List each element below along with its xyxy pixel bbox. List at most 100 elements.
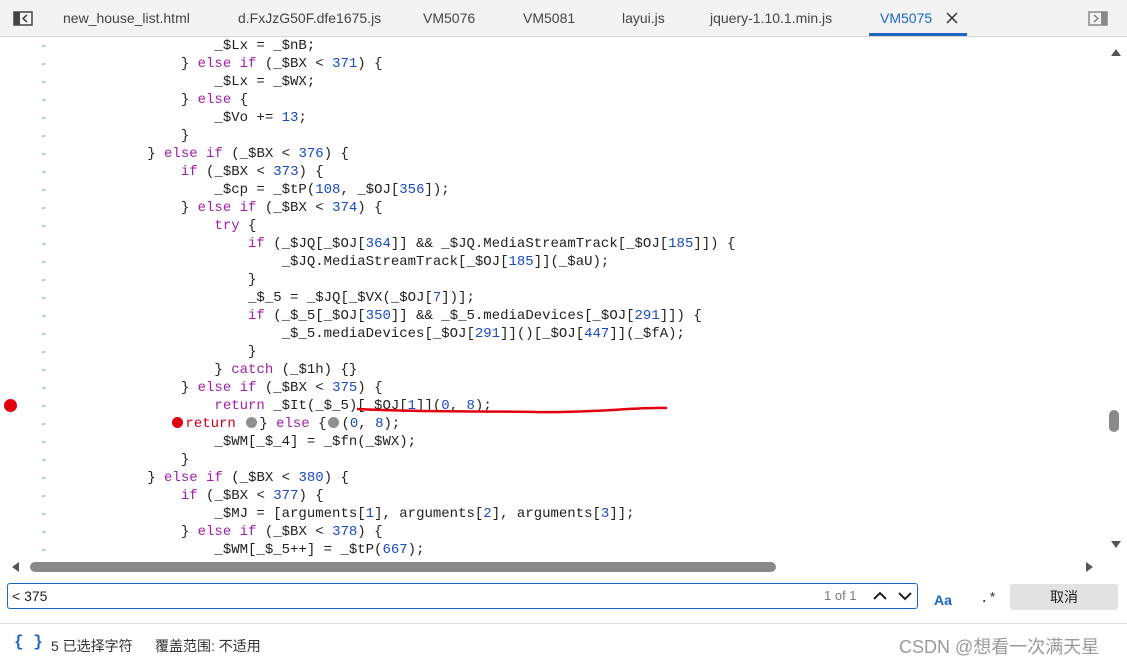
code-line[interactable]: - try { <box>0 217 1104 235</box>
code-text: if (_$JQ[_$OJ[364]] && _$JQ.MediaStreamT… <box>248 236 736 252</box>
search-field[interactable]: 1 of 1 <box>7 583 918 609</box>
scroll-right-icon[interactable] <box>1086 562 1093 572</box>
tab-vm5076[interactable]: VM5076 <box>423 0 475 36</box>
gutter-marker[interactable]: - <box>40 271 50 289</box>
horizontal-scroll-thumb[interactable] <box>30 562 776 572</box>
code-line[interactable]: - _$Lx = _$nB; <box>0 37 1104 55</box>
code-editor[interactable]: - _$Lx = _$nB; - } else if (_$BX < 371) {… <box>0 37 1104 559</box>
tab-layui[interactable]: layui.js <box>622 0 665 36</box>
code-line[interactable]: - _$JQ.MediaStreamTrack[_$OJ[185]](_$aU)… <box>0 253 1104 271</box>
gutter-marker[interactable]: - <box>40 523 50 541</box>
gutter-marker[interactable]: - <box>40 343 50 361</box>
gutter-marker[interactable]: - <box>40 469 50 487</box>
tab-vm5081[interactable]: VM5081 <box>523 0 575 36</box>
code-line[interactable]: - if (_$_5[_$OJ[350]] && _$_5.mediaDevic… <box>0 307 1104 325</box>
code-text: } else if (_$BX < 375) { <box>80 380 383 396</box>
code-line[interactable]: - } else if (_$BX < 371) { <box>0 55 1104 73</box>
code-line[interactable]: - } <box>0 451 1104 469</box>
code-line[interactable]: - _$MJ = [arguments[1], arguments[2], ar… <box>0 505 1104 523</box>
gutter-marker[interactable]: - <box>40 379 50 397</box>
gutter-marker[interactable]: - <box>40 163 50 181</box>
gutter-marker[interactable]: - <box>40 397 50 415</box>
code-line[interactable]: - _$_5 = _$JQ[_$VX(_$OJ[7])]; <box>0 289 1104 307</box>
toggle-navigator-icon[interactable] <box>13 11 33 26</box>
code-line[interactable]: - } else if (_$BX < 378) { <box>0 523 1104 541</box>
code-text: } <box>80 452 190 468</box>
scroll-up-icon[interactable] <box>1111 49 1121 56</box>
gutter-marker[interactable]: - <box>40 253 50 271</box>
code-line[interactable]: - } else { <box>0 91 1104 109</box>
gutter-marker[interactable]: - <box>40 307 50 325</box>
gutter-marker[interactable]: - <box>40 73 50 91</box>
gutter-marker[interactable]: - <box>40 37 50 55</box>
horizontal-scrollbar[interactable] <box>0 559 1104 576</box>
gutter-marker[interactable]: - <box>40 541 50 559</box>
chevron-down-icon[interactable] <box>894 585 916 607</box>
code-line[interactable]: - if (_$JQ[_$OJ[364]] && _$JQ.MediaStrea… <box>0 235 1104 253</box>
scroll-down-icon[interactable] <box>1111 541 1121 548</box>
code-text: } else if (_$BX < 371) { <box>80 56 383 72</box>
code-line[interactable]: - } catch (_$1h) {} <box>0 361 1104 379</box>
gutter-marker[interactable]: - <box>40 487 50 505</box>
code-line[interactable]: - } else if (_$BX < 374) { <box>0 199 1104 217</box>
close-tab-icon[interactable] <box>945 11 959 25</box>
inline-breakpoint-gray-icon[interactable] <box>328 417 340 428</box>
code-line[interactable]: - if (_$BX < 373) { <box>0 163 1104 181</box>
chevron-up-icon[interactable] <box>869 585 891 607</box>
code-line[interactable]: - } else if (_$BX < 380) { <box>0 469 1104 487</box>
regex-button[interactable]: .* <box>980 591 997 607</box>
code-line[interactable]: - } <box>0 271 1104 289</box>
code-line[interactable]: - } else if (_$BX < 376) { <box>0 145 1104 163</box>
tab-jquery[interactable]: jquery-1.10.1.min.js <box>710 0 832 36</box>
search-input[interactable] <box>12 586 712 606</box>
code-line[interactable]: - if (_$BX < 377) { <box>0 487 1104 505</box>
coverage-status: 覆盖范围: 不适用 <box>155 638 261 654</box>
gutter-marker[interactable]: - <box>40 181 50 199</box>
tab-new-house-list[interactable]: new_house_list.html <box>63 0 190 36</box>
vertical-scrollbar[interactable] <box>1104 37 1127 559</box>
gutter-marker[interactable]: - <box>40 235 50 253</box>
gutter-marker[interactable]: - <box>40 145 50 163</box>
code-line[interactable]: - return } else {(0, 8); <box>0 415 1104 433</box>
code-line[interactable]: - _$WM[_$_5++] = _$tP(667); <box>0 541 1104 559</box>
code-line[interactable]: - } else if (_$BX < 375) { <box>0 379 1104 397</box>
code-line[interactable]: - _$WM[_$_4] = _$fn(_$WX); <box>0 433 1104 451</box>
watermark: CSDN @想看一次满天星 <box>899 637 1100 657</box>
tab-d-fxjz[interactable]: d.FxJzG50F.dfe1675.js <box>238 0 381 36</box>
code-line[interactable]: - _$cp = _$tP(108, _$OJ[356]); <box>0 181 1104 199</box>
code-text: return _$It(_$_5)[_$OJ[1]](0, 8); <box>214 398 492 414</box>
gutter-marker[interactable]: - <box>40 325 50 343</box>
cancel-button[interactable]: 取消 <box>1010 584 1118 610</box>
gutter-marker[interactable]: - <box>40 415 50 433</box>
code-line[interactable]: - } <box>0 127 1104 145</box>
code-line[interactable]: - _$Lx = _$WX; <box>0 73 1104 91</box>
vertical-scroll-thumb[interactable] <box>1109 410 1119 432</box>
gutter-marker[interactable]: - <box>40 109 50 127</box>
code-line[interactable]: - _$_5.mediaDevices[_$OJ[291]]()[_$OJ[44… <box>0 325 1104 343</box>
gutter-marker[interactable]: - <box>40 433 50 451</box>
gutter-marker[interactable]: - <box>40 217 50 235</box>
gutter-marker[interactable]: - <box>40 505 50 523</box>
inline-breakpoint-icon[interactable] <box>172 417 184 428</box>
status-bar: { } 5 已选择字符 覆盖范围: 不适用 CSDN @想看一次满天星 <box>0 623 1127 662</box>
code-line[interactable]: - return _$It(_$_5)[_$OJ[1]](0, 8); <box>0 397 1104 415</box>
gutter-marker[interactable]: - <box>40 361 50 379</box>
gutter-marker[interactable]: - <box>40 289 50 307</box>
pretty-print-icon[interactable]: { } <box>14 633 43 651</box>
code-text: _$_5 = _$JQ[_$VX(_$OJ[7])]; <box>80 290 475 306</box>
code-text: _$MJ = [arguments[1], arguments[2], argu… <box>80 506 635 522</box>
gutter-marker[interactable]: - <box>40 127 50 145</box>
code-text: _$Lx = _$WX; <box>80 74 316 90</box>
gutter-marker[interactable]: - <box>40 55 50 73</box>
code-text: if (_$BX < 377) { <box>180 488 324 504</box>
toggle-debugger-icon[interactable] <box>1088 11 1108 26</box>
code-line[interactable]: - _$Vo += 13; <box>0 109 1104 127</box>
code-line[interactable]: - } <box>0 343 1104 361</box>
gutter-marker[interactable]: - <box>40 91 50 109</box>
scroll-left-icon[interactable] <box>12 562 19 572</box>
gutter-marker[interactable]: - <box>40 451 50 469</box>
inline-breakpoint-gray-icon[interactable] <box>246 417 258 428</box>
code-text: } <box>80 128 190 144</box>
gutter-marker[interactable]: - <box>40 199 50 217</box>
match-case-button[interactable]: Aa <box>934 592 952 608</box>
